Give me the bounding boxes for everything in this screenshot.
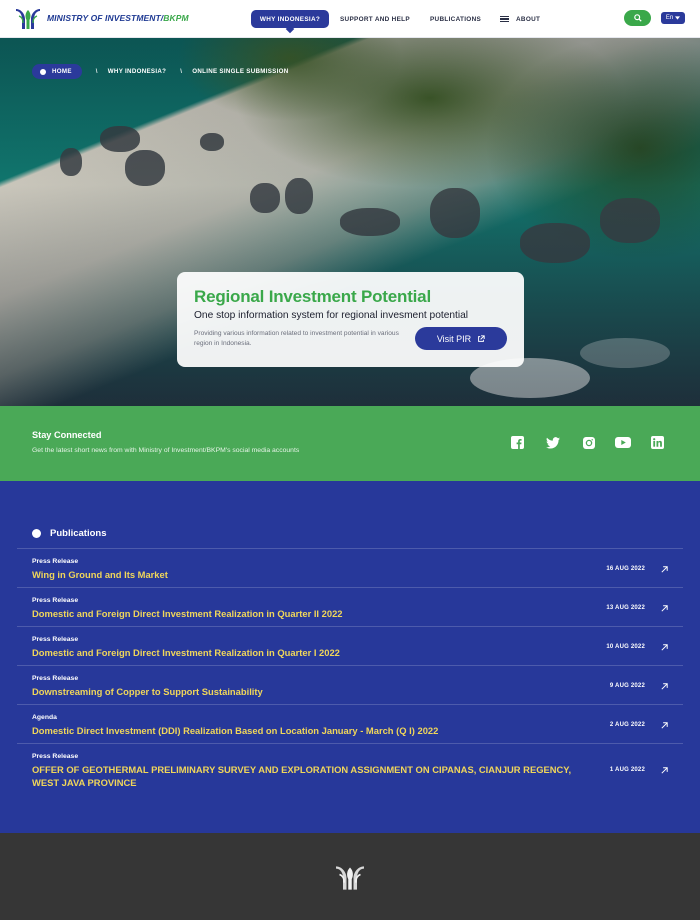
publication-date: 13 AUG 2022 [606,605,645,611]
arrow-up-right-icon[interactable] [660,682,669,691]
nav-about[interactable]: ABOUT [500,10,540,28]
nav-support-label: SUPPORT AND HELP [340,15,410,23]
publication-date: 9 AUG 2022 [609,683,645,689]
language-selector[interactable]: En [661,12,685,24]
bkpm-logo-icon[interactable] [14,7,42,31]
card-description: Providing various information related to… [194,330,399,347]
publication-title[interactable]: Wing in Ground and Its Market [32,569,577,582]
breadcrumb-why-indonesia[interactable]: WHY INDONESIA? [108,68,166,75]
publication-category: Press Release [32,675,79,682]
nav-support-and-help[interactable]: SUPPORT AND HELP [340,10,410,28]
publications-heading: Publications [32,528,106,539]
publication-category: Press Release [32,636,79,643]
stay-connected-title: Stay Connected [32,430,102,440]
publication-title[interactable]: Domestic and Foreign Direct Investment R… [32,647,577,660]
publication-item[interactable]: Press Release Downstreaming of Copper to… [17,665,683,704]
arrow-up-right-icon[interactable] [660,721,669,730]
youtube-icon[interactable] [615,436,631,449]
publication-date: 10 AUG 2022 [606,644,645,650]
publication-date: 16 AUG 2022 [606,566,645,572]
publication-category: Press Release [32,597,79,604]
brand-main: MINISTRY OF INVESTMENT/ [47,13,164,23]
visit-pir-label: Visit PIR [436,333,472,344]
regional-investment-card: Regional Investment Potential One stop i… [177,272,524,367]
external-link-icon [478,334,485,342]
twitter-icon[interactable] [546,436,560,449]
publication-category: Press Release [32,753,79,760]
breadcrumb-separator: \ [180,68,183,75]
linkedin-icon[interactable] [651,436,664,449]
bkpm-logo-icon[interactable] [332,864,368,892]
publication-date: 2 AUG 2022 [609,722,645,728]
publication-category: Agenda [32,714,57,721]
publication-title[interactable]: Domestic Direct Investment (DDI) Realiza… [32,725,577,738]
search-button[interactable] [624,10,651,26]
brand-name[interactable]: MINISTRY OF INVESTMENT/BKPM [47,13,189,23]
stay-connected-section: Stay Connected Get the latest short news… [0,406,700,481]
nav-why-indonesia-label: WHY INDONESIA? [259,15,321,23]
instagram-icon[interactable] [582,436,595,449]
site-header: MINISTRY OF INVESTMENT/BKPM WHY INDONESI… [0,0,700,38]
publication-item[interactable]: Press Release Domestic and Foreign Direc… [17,587,683,626]
language-label: En [665,15,674,21]
section-dot-icon [32,529,41,538]
publication-item[interactable]: Agenda Domestic Direct Investment (DDI) … [17,704,683,743]
nav-publications-label: PUBLICATIONS [430,15,482,23]
arrow-up-right-icon[interactable] [660,766,669,775]
publication-title[interactable]: Downstreaming of Copper to Support Susta… [32,686,577,699]
arrow-up-right-icon[interactable] [660,565,669,574]
hero-banner: HOME \ WHY INDONESIA? \ ONLINE SINGLE SU… [0,38,700,406]
publications-title: Publications [50,528,107,539]
hamburger-menu-icon [500,15,509,23]
home-dot-icon [40,68,46,75]
card-subtitle: One stop information system for regional… [194,310,469,321]
arrow-up-right-icon[interactable] [660,643,669,652]
card-title: Regional Investment Potential [194,287,431,306]
publication-item[interactable]: Press Release OFFER OF GEOTHERMAL PRELIM… [17,743,683,798]
publication-title[interactable]: Domestic and Foreign Direct Investment R… [32,608,577,621]
nav-why-indonesia[interactable]: WHY INDONESIA? [251,10,329,28]
nav-about-label: ABOUT [516,15,541,23]
breadcrumb-separator: \ [95,68,98,75]
publication-item[interactable]: Press Release Domestic and Foreign Direc… [17,626,683,665]
facebook-icon[interactable] [511,436,524,449]
breadcrumb-online-single-submission[interactable]: ONLINE SINGLE SUBMISSION [192,68,288,75]
nav-publications[interactable]: PUBLICATIONS [430,10,481,28]
brand-accent: BKPM [163,13,189,23]
publication-category: Press Release [32,558,79,565]
publications-section: Publications Press Release Wing in Groun… [0,481,700,833]
visit-pir-button[interactable]: Visit PIR [415,327,507,350]
breadcrumb: HOME \ WHY INDONESIA? \ ONLINE SINGLE SU… [32,64,288,79]
breadcrumb-home-label: HOME [52,68,72,75]
caret-down-icon [675,16,681,20]
publication-date: 1 AUG 2022 [609,767,645,773]
stay-connected-description: Get the latest short news from with Mini… [32,447,300,454]
publication-item[interactable]: Press Release Wing in Ground and Its Mar… [17,548,683,587]
arrow-up-right-icon[interactable] [660,604,669,613]
site-footer [0,833,700,920]
publication-title[interactable]: OFFER OF GEOTHERMAL PRELIMINARY SURVEY A… [32,764,577,789]
search-icon [633,14,642,22]
breadcrumb-home[interactable]: HOME [32,64,82,79]
